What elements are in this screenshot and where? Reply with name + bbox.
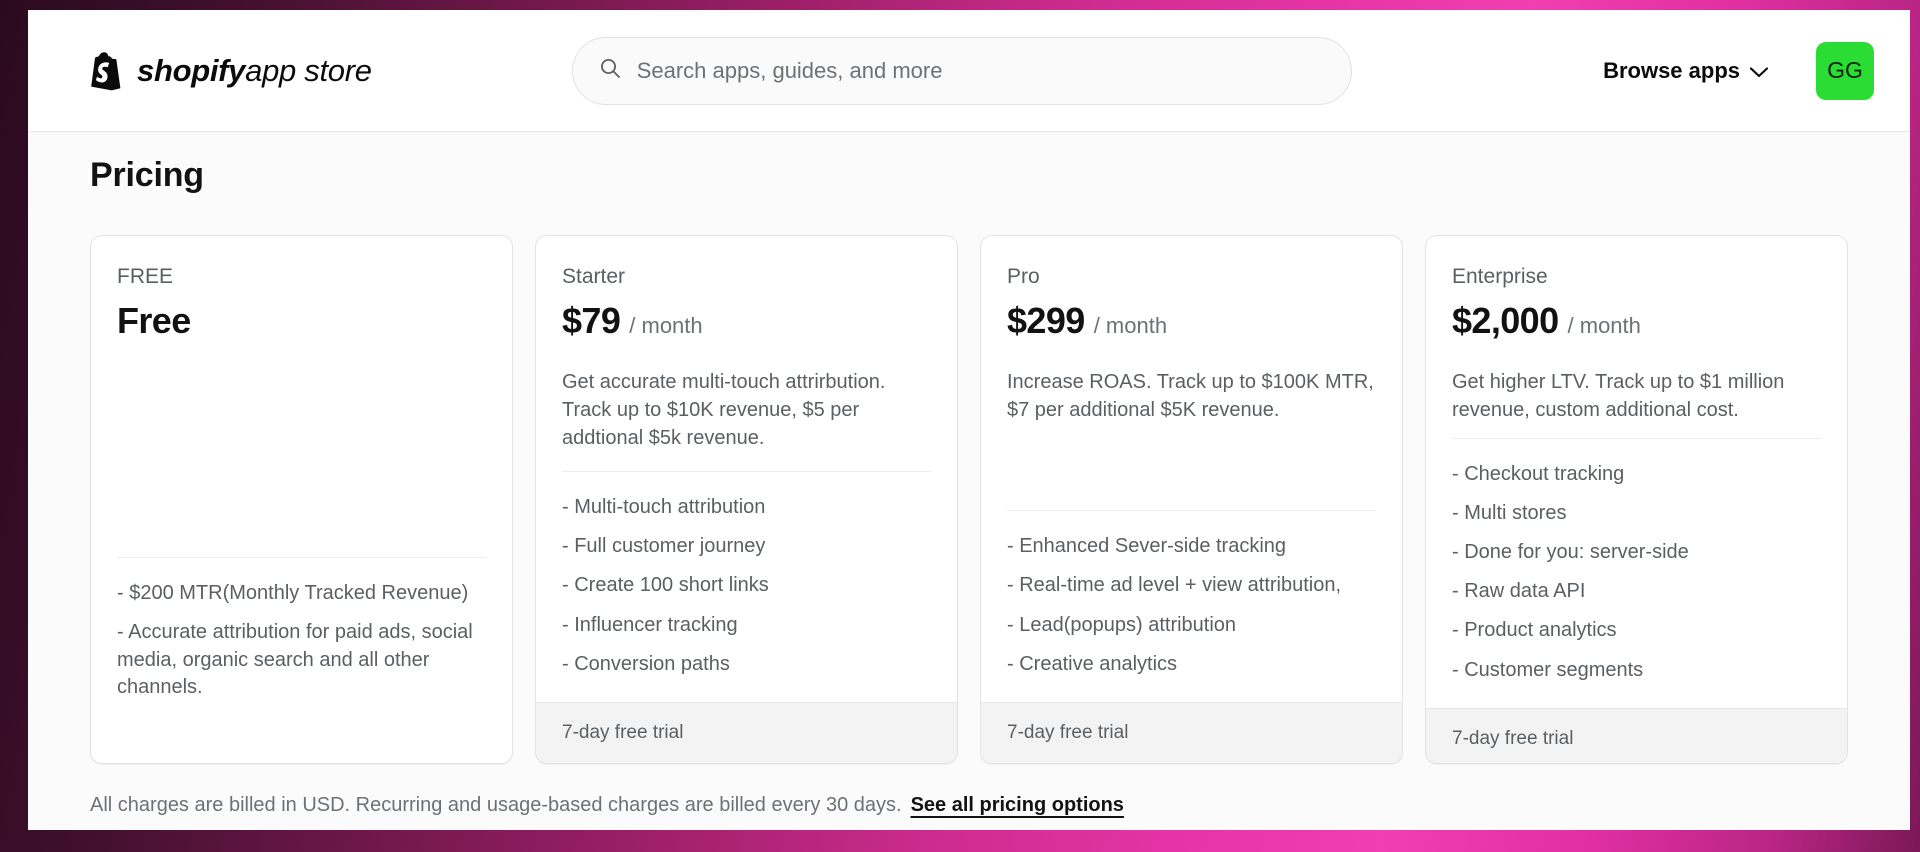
- list-item: - Raw data API: [1452, 580, 1586, 603]
- trial-label: 7-day free trial: [1007, 722, 1129, 743]
- plan-period: / month: [629, 313, 703, 339]
- plan-feature-list: - Multi-touch attribution - Full custome…: [562, 472, 931, 702]
- list-item: - Lead(popups) attribution: [1007, 613, 1237, 636]
- plan-feature-list: - Enhanced Sever-side tracking - Real-ti…: [1007, 511, 1376, 702]
- plan-description: Increase ROAS. Track up to $100K MTR, $7…: [1007, 370, 1374, 422]
- list-item: - Checkout tracking: [1452, 462, 1625, 485]
- list-item: - Multi stores: [1452, 501, 1567, 524]
- card-footer: 7-day free trial: [536, 702, 957, 763]
- card-body: Enterprise $2,000 / month Get higher LTV…: [1426, 236, 1847, 708]
- plan-price-row: $299 / month: [1007, 300, 1376, 341]
- plan-description: Get higher LTV. Track up to $1 million r…: [1452, 370, 1785, 422]
- list-item: - Real-time ad level + view attribution,: [1007, 574, 1342, 597]
- list-item: - Full customer journey: [562, 535, 766, 558]
- pricing-card-pro[interactable]: Pro $299 / month Increase ROAS. Track up…: [980, 235, 1403, 764]
- search-icon: [599, 57, 621, 84]
- list-item: - Influencer tracking: [562, 613, 738, 636]
- site-header: shopifyapp store Browse apps: [28, 10, 1910, 132]
- list-item: - Product analytics: [1452, 619, 1617, 642]
- list-item: - Multi-touch attribution: [562, 496, 766, 519]
- avatar[interactable]: GG: [1816, 41, 1874, 100]
- list-item: - Creative analytics: [1007, 652, 1178, 675]
- plan-period: / month: [1093, 313, 1168, 339]
- plan-price: $2,000: [1452, 300, 1559, 342]
- billing-footnote-text: All charges are billed in USD. Recurring…: [90, 794, 902, 816]
- plan-name: Starter: [562, 265, 626, 288]
- search-input[interactable]: [636, 57, 1325, 84]
- trial-label: 7-day free trial: [562, 722, 684, 743]
- plan-price-row: $79 / month: [562, 300, 931, 341]
- plan-feature-list: - $200 MTR(Monthly Tracked Revenue) - Ac…: [117, 558, 486, 725]
- plan-description-slot: Get accurate multi-touch attrirbution. T…: [562, 342, 931, 453]
- list-item: - Accurate attribution for paid ads, soc…: [117, 621, 473, 698]
- plan-description-slot: [117, 342, 486, 474]
- billing-footnote: All charges are billed in USD. Recurring…: [90, 794, 1848, 817]
- list-item: - Enhanced Sever-side tracking: [1007, 535, 1287, 558]
- browse-apps-menu[interactable]: Browse apps: [1603, 57, 1769, 84]
- card-footer: 7-day free trial: [981, 702, 1402, 763]
- search-container: [571, 36, 1352, 105]
- pricing-card-free[interactable]: FREE Free - $200 MTR(Monthly Tracked Rev…: [90, 235, 513, 764]
- pricing-page: Pricing FREE Free - $200 MTR(Monthly Tra…: [28, 132, 1910, 830]
- plan-period: / month: [1567, 313, 1641, 339]
- plan-price: $79: [562, 300, 621, 342]
- plan-feature-list: - Checkout tracking - Multi stores - Don…: [1452, 439, 1821, 708]
- plan-price-row: $2,000 / month: [1452, 300, 1821, 341]
- card-footer: [91, 725, 512, 763]
- pricing-card-starter[interactable]: Starter $79 / month Get accurate multi-t…: [535, 235, 958, 764]
- avatar-initials: GG: [1827, 57, 1863, 83]
- desktop-background: shopifyapp store Browse apps: [0, 0, 1920, 852]
- browse-apps-label: Browse apps: [1603, 57, 1740, 83]
- plan-name: FREE: [117, 265, 174, 288]
- plan-price: $299: [1007, 300, 1085, 342]
- plan-description-slot: Get higher LTV. Track up to $1 million r…: [1452, 342, 1821, 438]
- page-title: Pricing: [90, 156, 204, 194]
- trial-label: 7-day free trial: [1452, 727, 1574, 749]
- list-item: - Done for you: server-side: [1452, 541, 1689, 564]
- browser-viewport: shopifyapp store Browse apps: [28, 10, 1910, 830]
- list-item: - $200 MTR(Monthly Tracked Revenue): [117, 582, 469, 605]
- plan-name: Pro: [1007, 265, 1040, 288]
- plan-description-slot: Increase ROAS. Track up to $100K MTR, $7…: [1007, 342, 1376, 438]
- plan-name: Enterprise: [1452, 265, 1548, 288]
- list-item: - Conversion paths: [562, 652, 730, 675]
- list-item: - Create 100 short links: [562, 574, 769, 597]
- pricing-card-list: FREE Free - $200 MTR(Monthly Tracked Rev…: [90, 235, 1848, 764]
- logo-wordmark: shopifyapp store: [137, 53, 372, 89]
- pricing-card-enterprise[interactable]: Enterprise $2,000 / month Get higher LTV…: [1425, 235, 1848, 764]
- logo-appstore-text: app store: [245, 52, 372, 88]
- logo-shopify-text: shopify: [137, 52, 246, 88]
- shopify-bag-icon: [90, 50, 126, 91]
- search-box[interactable]: [571, 36, 1352, 105]
- plan-price: Free: [117, 300, 191, 342]
- shopify-app-store-logo[interactable]: shopifyapp store: [90, 50, 372, 91]
- list-item: - Customer segments: [1452, 658, 1644, 681]
- see-all-pricing-options-link[interactable]: See all pricing options: [911, 794, 1124, 817]
- card-body: Pro $299 / month Increase ROAS. Track up…: [981, 236, 1402, 702]
- card-body: Starter $79 / month Get accurate multi-t…: [536, 236, 957, 702]
- card-footer: 7-day free trial: [1426, 707, 1847, 763]
- card-body: FREE Free - $200 MTR(Monthly Tracked Rev…: [91, 236, 512, 725]
- plan-description: Get accurate multi-touch attrirbution. T…: [562, 370, 886, 450]
- plan-price-row: Free: [117, 300, 486, 341]
- chevron-down-icon: [1749, 58, 1769, 84]
